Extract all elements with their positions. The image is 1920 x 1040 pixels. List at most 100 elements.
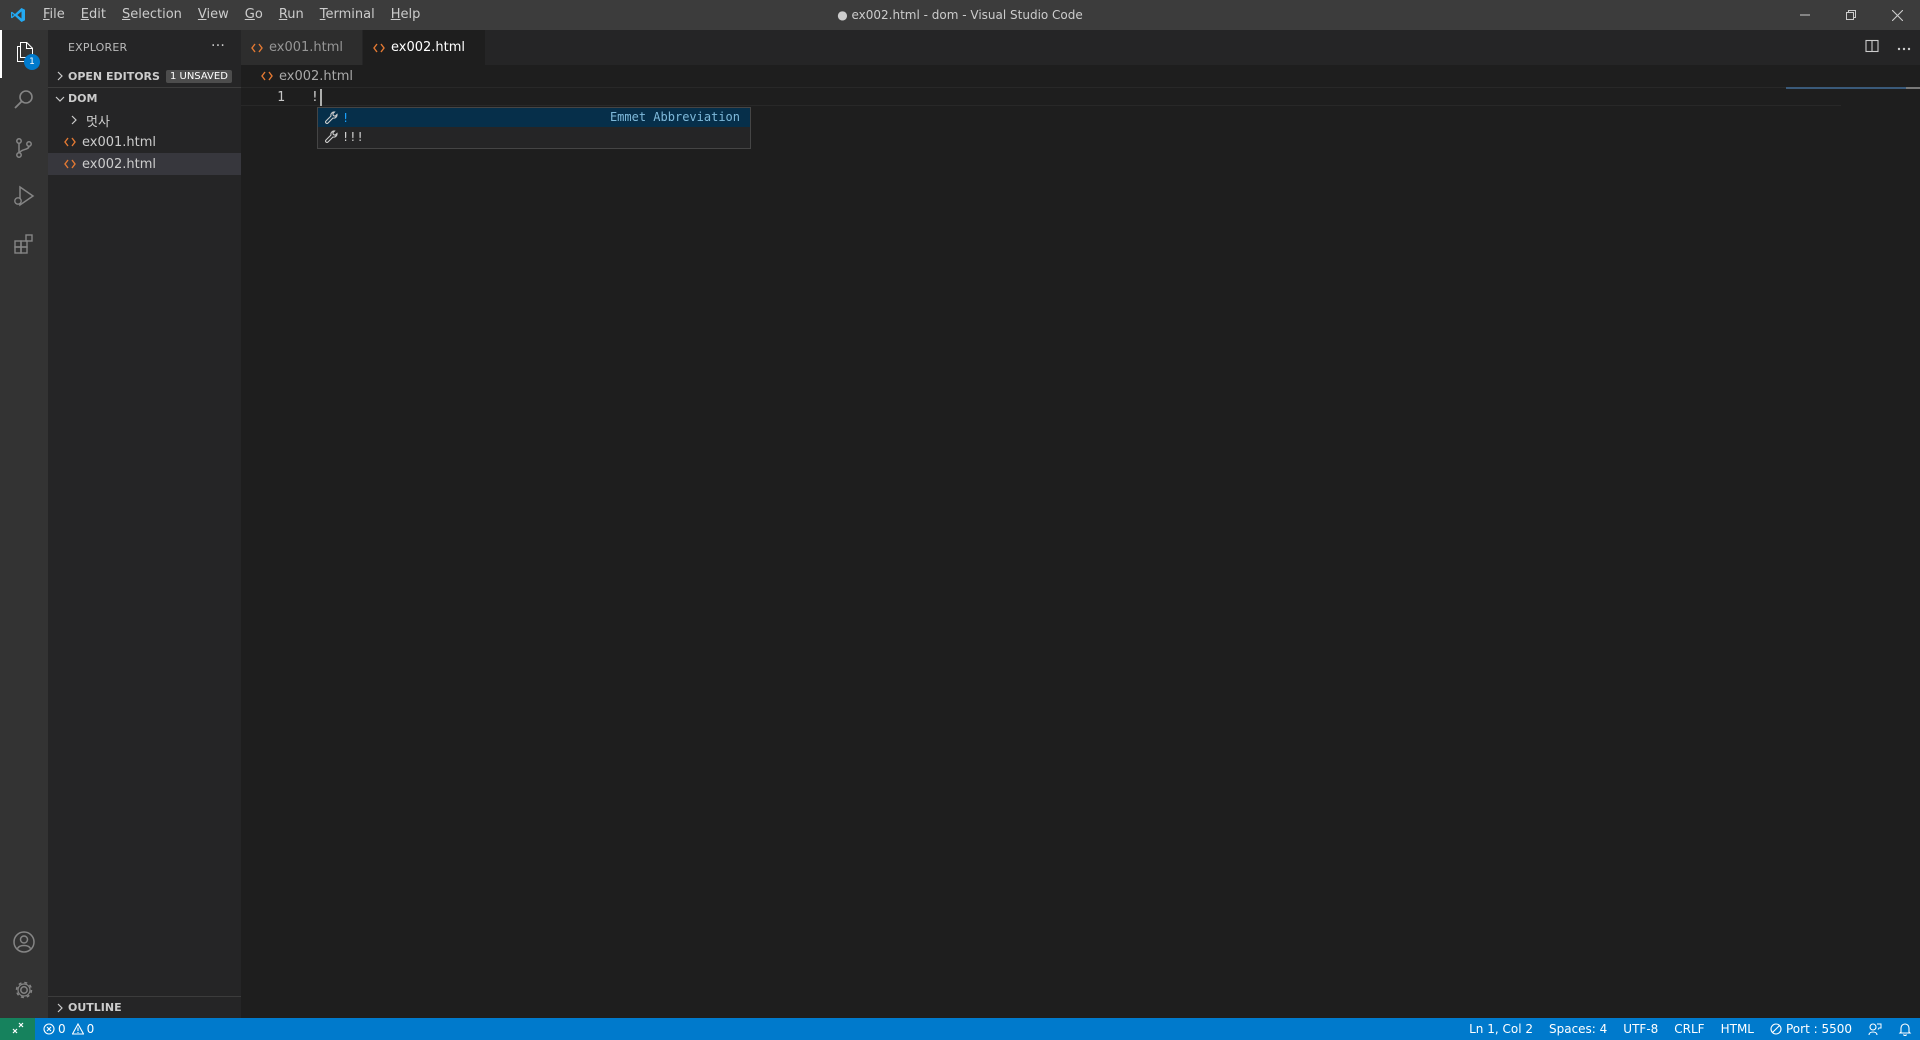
- html-file-icon: [373, 43, 385, 53]
- suggestion-label: !!!: [342, 129, 364, 144]
- source-control-activity[interactable]: [0, 126, 48, 174]
- editor-actions: [1856, 30, 1920, 65]
- menu-go[interactable]: Go: [237, 0, 271, 30]
- wrench-icon: [322, 130, 340, 143]
- chevron-right-icon: [52, 71, 68, 81]
- menu-view[interactable]: View: [190, 0, 237, 30]
- run-debug-activity[interactable]: [0, 174, 48, 222]
- warning-icon: [71, 1023, 84, 1035]
- editor-area: ex001.html ex002.html ex002.html 1 ! ! E…: [241, 30, 1920, 1018]
- suggestion-detail: Emmet Abbreviation: [609, 110, 740, 124]
- live-server-port[interactable]: Port : 5500: [1762, 1018, 1860, 1040]
- split-editor-button[interactable]: [1856, 30, 1888, 65]
- tree-folder-item[interactable]: 멋사: [48, 109, 241, 131]
- open-editors-label: OPEN EDITORS: [68, 69, 160, 83]
- manage-activity[interactable]: [0, 968, 48, 1016]
- language-mode[interactable]: HTML: [1713, 1018, 1762, 1040]
- tree-file-ex001[interactable]: ex001.html: [48, 131, 241, 153]
- menu-help[interactable]: Help: [383, 0, 429, 30]
- run-debug-icon: [12, 184, 36, 212]
- html-file-icon: [62, 137, 78, 147]
- menu-selection[interactable]: Selection: [114, 0, 190, 30]
- restore-button[interactable]: [1828, 0, 1874, 30]
- menu-run[interactable]: Run: [271, 0, 312, 30]
- tab-ex001[interactable]: ex001.html: [241, 30, 363, 65]
- more-actions-icon[interactable]: ···: [211, 38, 225, 54]
- tree-file-ex002[interactable]: ex002.html: [48, 153, 241, 175]
- html-file-icon: [261, 71, 273, 81]
- line-text: !: [311, 90, 319, 105]
- tab-ex002[interactable]: ex002.html: [363, 30, 485, 65]
- menu-file[interactable]: File: [35, 0, 73, 30]
- minimap[interactable]: [1786, 87, 1906, 89]
- wrench-icon: [322, 111, 340, 124]
- port-label: Port : 5500: [1786, 1022, 1852, 1036]
- more-actions-button[interactable]: [1888, 30, 1920, 65]
- folder-label: DOM: [68, 92, 98, 105]
- tab-bar: ex001.html ex002.html: [241, 30, 1920, 65]
- close-button[interactable]: [1874, 0, 1920, 30]
- end-of-line[interactable]: CRLF: [1666, 1018, 1712, 1040]
- source-control-icon: [12, 136, 36, 164]
- error-count: 0: [58, 1022, 66, 1036]
- status-bar: 0 0 Ln 1, Col 2 Spaces: 4 UTF-8 CRLF HTM…: [0, 1018, 1920, 1040]
- chevron-down-icon: [52, 94, 68, 104]
- status-right: Ln 1, Col 2 Spaces: 4 UTF-8 CRLF HTML Po…: [1461, 1018, 1920, 1040]
- gear-icon: [12, 978, 36, 1006]
- notifications-button[interactable]: [1890, 1018, 1920, 1040]
- tree-item-label: ex002.html: [82, 156, 157, 172]
- tab-label: ex002.html: [391, 40, 466, 55]
- feedback-button[interactable]: [1860, 1018, 1890, 1040]
- activity-bar: 1: [0, 30, 48, 1018]
- vertical-scrollbar[interactable]: [1906, 87, 1920, 89]
- suggestion-item[interactable]: ! Emmet Abbreviation: [318, 108, 750, 127]
- extensions-icon: [12, 232, 36, 260]
- suggestion-item[interactable]: !!!: [318, 127, 750, 146]
- unsaved-badge: 1 UNSAVED: [165, 69, 232, 83]
- vscode-logo-icon[interactable]: [0, 0, 35, 30]
- explorer-sidebar: EXPLORER ··· OPEN EDITORS 1 UNSAVED DOM …: [48, 30, 241, 1018]
- html-file-icon: [251, 43, 263, 53]
- circle-slash-icon: [1770, 1023, 1782, 1035]
- open-editors-section[interactable]: OPEN EDITORS 1 UNSAVED: [48, 65, 241, 87]
- explorer-badge: 1: [24, 54, 40, 70]
- breadcrumb: ex002.html: [241, 65, 1920, 87]
- outline-section[interactable]: OUTLINE: [48, 996, 241, 1018]
- html-file-icon: [62, 159, 78, 169]
- menu-terminal[interactable]: Terminal: [312, 0, 383, 30]
- problems-indicator[interactable]: 0 0: [35, 1022, 94, 1036]
- chevron-right-icon: [52, 1003, 68, 1013]
- indentation[interactable]: Spaces: 4: [1541, 1018, 1615, 1040]
- line-number: 1: [277, 90, 285, 105]
- cursor-position[interactable]: Ln 1, Col 2: [1461, 1018, 1541, 1040]
- tree-item-label: ex001.html: [82, 134, 157, 150]
- window-controls: [1782, 0, 1920, 30]
- folder-section-dom[interactable]: DOM: [48, 87, 241, 109]
- remote-indicator[interactable]: [0, 1018, 35, 1040]
- account-icon: [12, 930, 36, 958]
- search-activity[interactable]: [0, 78, 48, 126]
- explorer-title: EXPLORER: [68, 41, 128, 54]
- minimize-button[interactable]: [1782, 0, 1828, 30]
- extensions-activity[interactable]: [0, 222, 48, 270]
- menu-edit[interactable]: Edit: [73, 0, 114, 30]
- suggestion-label: !: [342, 110, 350, 125]
- split-editor-icon: [1865, 39, 1879, 57]
- current-line: 1 !: [241, 87, 1841, 106]
- chevron-right-icon: [66, 115, 82, 125]
- code-editor[interactable]: 1 ! ! Emmet Abbreviation !!!: [241, 87, 1920, 987]
- title-bar: File Edit Selection View Go Run Terminal…: [0, 0, 1920, 30]
- tree-item-label: 멋사: [86, 114, 110, 130]
- text-cursor: [320, 89, 322, 106]
- breadcrumb-file[interactable]: ex002.html: [279, 69, 353, 84]
- menu-bar: File Edit Selection View Go Run Terminal…: [35, 0, 428, 30]
- warning-count: 0: [86, 1022, 95, 1036]
- explorer-activity[interactable]: 1: [0, 30, 48, 78]
- error-icon: [43, 1023, 55, 1035]
- remote-icon: [12, 1022, 24, 1037]
- ellipsis-icon: [1897, 40, 1911, 55]
- encoding[interactable]: UTF-8: [1615, 1018, 1666, 1040]
- suggest-widget: ! Emmet Abbreviation !!!: [317, 107, 751, 149]
- accounts-activity[interactable]: [0, 920, 48, 968]
- feedback-icon: [1868, 1022, 1882, 1036]
